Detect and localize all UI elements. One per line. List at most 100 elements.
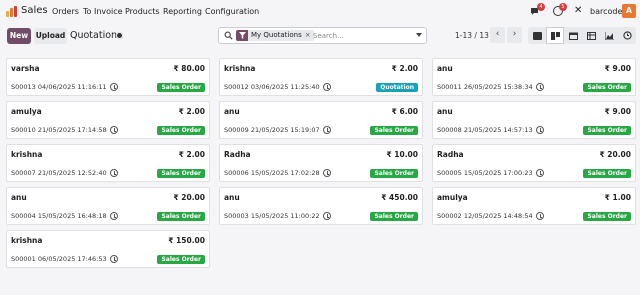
menu-products[interactable]: Products — [125, 7, 160, 16]
menu-orders[interactable]: Orders — [52, 7, 79, 16]
menu-to-invoice[interactable]: To Invoice — [83, 7, 123, 16]
order-reference-date: S00011 26/05/2025 15:38:34 — [437, 83, 533, 91]
order-reference-date: S00003 15/05/2025 11:00:22 — [224, 212, 320, 220]
status-badge: Sales Order — [157, 255, 205, 264]
activity-clock-icon[interactable] — [323, 169, 331, 177]
kanban-card[interactable]: Radha ₹ 20.00 S00005 15/05/2025 17:00:23 Sa… — [432, 144, 636, 182]
customer-name: amulya — [11, 107, 42, 116]
kanban-card[interactable]: anu ₹ 9.00 S00008 21/05/2025 14:57:13 Sales… — [432, 101, 636, 139]
order-amount: ₹ 2.00 — [391, 64, 418, 73]
pivot-icon — [586, 31, 596, 40]
kanban-card[interactable]: amulya ₹ 2.00 S00010 21/05/2025 17:14:58 Sa… — [6, 101, 210, 139]
user-avatar[interactable]: A — [622, 4, 636, 18]
page-title: Quotations — [70, 30, 123, 41]
activity-clock-icon[interactable] — [110, 255, 118, 263]
kanban-card[interactable]: amulya ₹ 1.00 S00002 12/05/2025 14:48:54 Sa… — [432, 187, 636, 225]
customer-name: varsha — [11, 64, 40, 73]
order-amount: ₹ 20.00 — [173, 193, 205, 202]
pager-next-button[interactable]: › — [507, 27, 522, 43]
chat-badge: 4 — [537, 3, 545, 11]
top-navbar: Sales Orders To Invoice Products Reporti… — [0, 0, 640, 23]
activity-clock-icon[interactable] — [110, 83, 118, 91]
calendar-icon — [568, 32, 578, 40]
order-reference-date: S00008 21/05/2025 14:57:13 — [437, 126, 533, 134]
menu-configuration[interactable]: Configuration — [205, 7, 259, 16]
activity-clock-icon[interactable] — [536, 212, 544, 220]
kanban-card[interactable]: krishna ₹ 2.00 S00012 03/06/2025 11:25:40 Q… — [219, 58, 423, 96]
menu-reporting[interactable]: Reporting — [163, 7, 202, 16]
search-facet[interactable]: My Quotations × — [236, 30, 314, 41]
kanban-card[interactable]: anu ₹ 9.00 S00011 26/05/2025 15:38:34 Sales… — [432, 58, 636, 96]
customer-name: krishna — [11, 236, 43, 245]
pager-previous-button[interactable]: ‹ — [490, 27, 505, 43]
kanban-card[interactable]: krishna ₹ 2.00 S00007 21/05/2025 12:52:40 S… — [6, 144, 210, 182]
order-reference-date: S00002 12/05/2025 14:48:54 — [437, 212, 533, 220]
order-reference-date: S00013 04/06/2025 11:16:11 — [11, 83, 107, 91]
customer-name: Radha — [437, 150, 464, 159]
order-amount: ₹ 2.00 — [178, 107, 205, 116]
order-amount: ₹ 450.00 — [381, 193, 418, 202]
activity-clock-icon[interactable] — [110, 212, 118, 220]
order-amount: ₹ 2.00 — [178, 150, 205, 159]
status-badge: Sales Order — [370, 212, 418, 221]
kanban-card[interactable]: anu ₹ 6.00 S00009 21/05/2025 15:19:07 Sales… — [219, 101, 423, 139]
new-button[interactable]: New — [7, 28, 31, 44]
activity-badge: 5 — [559, 3, 567, 11]
graph-icon — [604, 31, 614, 40]
customer-name: krishna — [224, 64, 256, 73]
company-switcher[interactable]: barcode — [590, 7, 622, 16]
calendar-view-button[interactable] — [564, 27, 582, 44]
order-reference-date: S00012 03/06/2025 11:25:40 — [224, 83, 320, 91]
kanban-card[interactable]: Radha ₹ 10.00 S00006 15/05/2025 17:02:28 Sa… — [219, 144, 423, 182]
activity-view-button[interactable] — [618, 27, 636, 44]
order-amount: ₹ 80.00 — [173, 64, 205, 73]
facet-label: My Quotations — [251, 31, 302, 39]
list-view-button[interactable] — [528, 27, 546, 44]
sales-app-icon[interactable] — [6, 6, 18, 17]
kanban-card[interactable]: anu ₹ 450.00 S00003 15/05/2025 11:00:22 Sal… — [219, 187, 423, 225]
activity-clock-icon[interactable] — [536, 169, 544, 177]
kanban-card[interactable]: varsha ₹ 80.00 S00013 04/06/2025 11:16:11 S… — [6, 58, 210, 96]
search-options-toggle-icon[interactable] — [416, 33, 422, 37]
activity-clock-icon[interactable] — [536, 83, 544, 91]
order-amount: ₹ 10.00 — [386, 150, 418, 159]
activity-clock-icon[interactable] — [323, 212, 331, 220]
order-reference-date: S00009 21/05/2025 15:19:07 — [224, 126, 320, 134]
upload-button[interactable]: Upload — [34, 28, 67, 44]
app-name[interactable]: Sales — [21, 5, 48, 16]
customer-name: amulya — [437, 193, 468, 202]
customer-name: krishna — [11, 150, 43, 159]
customer-name: anu — [224, 193, 240, 202]
customer-name: anu — [224, 107, 240, 116]
order-amount: ₹ 150.00 — [168, 236, 205, 245]
status-badge: Sales Order — [157, 83, 205, 92]
order-amount: ₹ 6.00 — [391, 107, 418, 116]
search-icon — [224, 31, 233, 40]
activity-icon — [622, 31, 632, 40]
search-bar[interactable]: My Quotations × — [218, 27, 427, 44]
status-badge: Sales Order — [583, 83, 631, 92]
gear-icon[interactable] — [116, 32, 123, 39]
kanban-card[interactable]: anu ₹ 20.00 S00004 15/05/2025 16:48:18 Sale… — [6, 187, 210, 225]
order-amount: ₹ 20.00 — [599, 150, 631, 159]
kanban-card[interactable]: krishna ₹ 150.00 S00001 06/05/2025 17:46:5… — [6, 230, 210, 268]
status-badge: Sales Order — [370, 169, 418, 178]
pager-value[interactable]: 1-13 / 13 — [455, 31, 489, 40]
order-amount: ₹ 9.00 — [604, 107, 631, 116]
status-badge: Sales Order — [157, 212, 205, 221]
filter-icon — [236, 30, 248, 41]
activity-clock-icon[interactable] — [110, 126, 118, 134]
activity-clock-icon[interactable] — [323, 126, 331, 134]
activity-clock-icon[interactable] — [110, 169, 118, 177]
activity-clock-icon[interactable] — [536, 126, 544, 134]
graph-view-button[interactable] — [600, 27, 618, 44]
search-input[interactable] — [313, 30, 413, 41]
customer-name: anu — [437, 64, 453, 73]
kanban-view-button[interactable] — [546, 27, 564, 44]
order-reference-date: S00001 06/05/2025 17:46:53 — [11, 255, 107, 263]
tools-icon[interactable]: ✕ — [574, 6, 582, 16]
activity-clock-icon[interactable] — [323, 83, 331, 91]
customer-name: anu — [437, 107, 453, 116]
pivot-view-button[interactable] — [582, 27, 600, 44]
order-reference-date: S00006 15/05/2025 17:02:28 — [224, 169, 320, 177]
